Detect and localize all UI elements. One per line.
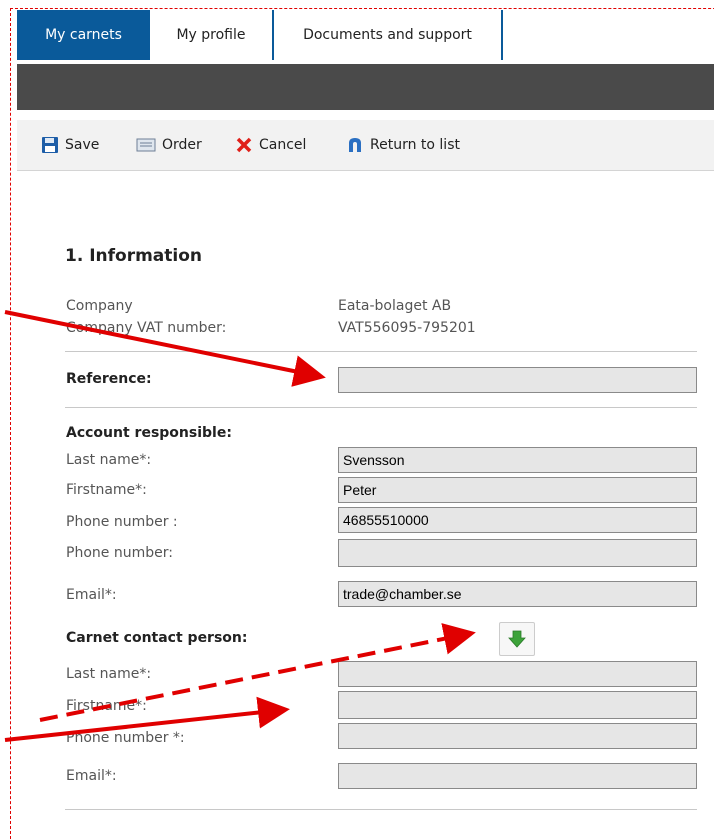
account-phone-field[interactable]: 46855510000: [338, 507, 697, 533]
copy-contact-button[interactable]: [499, 622, 535, 656]
cancel-label: Cancel: [259, 137, 307, 153]
account-phone2-field[interactable]: [338, 539, 697, 567]
vat-label: Company VAT number:: [66, 320, 227, 336]
header-bar: [17, 64, 714, 110]
reference-field[interactable]: [338, 367, 697, 393]
account-last-name-label: Last name*:: [66, 452, 152, 468]
account-phone-label: Phone number :: [66, 514, 178, 530]
tab-my-carnets[interactable]: My carnets: [17, 10, 150, 60]
carnet-contact-title: Carnet contact person:: [66, 630, 248, 646]
save-label: Save: [65, 137, 100, 153]
contact-email-field[interactable]: [338, 763, 697, 789]
divider: [65, 407, 697, 408]
return-arrow-icon: [349, 138, 361, 152]
section-title: 1. Information: [65, 246, 203, 266]
account-first-name-field[interactable]: Peter: [338, 477, 697, 503]
cancel-button[interactable]: Cancel: [235, 134, 306, 156]
order-icon: [136, 138, 156, 152]
contact-phone-field[interactable]: [338, 723, 697, 749]
company-label: Company: [66, 298, 133, 314]
contact-first-name-label: Firstname*:: [66, 698, 147, 714]
contact-last-name-label: Last name*:: [66, 666, 152, 682]
contact-email-label: Email*:: [66, 768, 117, 784]
red-x-icon: [236, 137, 252, 153]
account-email-field[interactable]: trade@chamber.se: [338, 581, 697, 607]
return-to-list-button[interactable]: Return to list: [346, 134, 460, 156]
green-down-arrow-icon: [508, 630, 526, 648]
divider: [65, 809, 697, 810]
company-value: Eata-bolaget AB: [338, 298, 452, 314]
account-first-name-label: Firstname*:: [66, 482, 147, 498]
reference-label: Reference:: [66, 371, 152, 387]
account-last-name-field[interactable]: Svensson: [338, 447, 697, 473]
account-responsible-title: Account responsible:: [66, 425, 232, 441]
floppy-disk-icon: [42, 137, 58, 153]
vat-value: VAT556095-795201: [338, 320, 476, 336]
order-button[interactable]: Order: [136, 134, 202, 156]
divider: [65, 351, 697, 352]
contact-first-name-field[interactable]: [338, 691, 697, 719]
save-button[interactable]: Save: [41, 134, 99, 156]
tab-bar: My carnets My profile Documents and supp…: [17, 10, 714, 60]
toolbar: Save Order Cancel Return to list: [17, 120, 714, 171]
contact-phone-label: Phone number *:: [66, 730, 185, 746]
tab-documents-support[interactable]: Documents and support: [274, 10, 503, 60]
return-label: Return to list: [370, 137, 460, 153]
tab-my-profile[interactable]: My profile: [150, 10, 274, 60]
account-phone2-label: Phone number:: [66, 545, 173, 561]
order-label: Order: [162, 137, 202, 153]
account-email-label: Email*:: [66, 587, 117, 603]
contact-last-name-field[interactable]: [338, 661, 697, 687]
